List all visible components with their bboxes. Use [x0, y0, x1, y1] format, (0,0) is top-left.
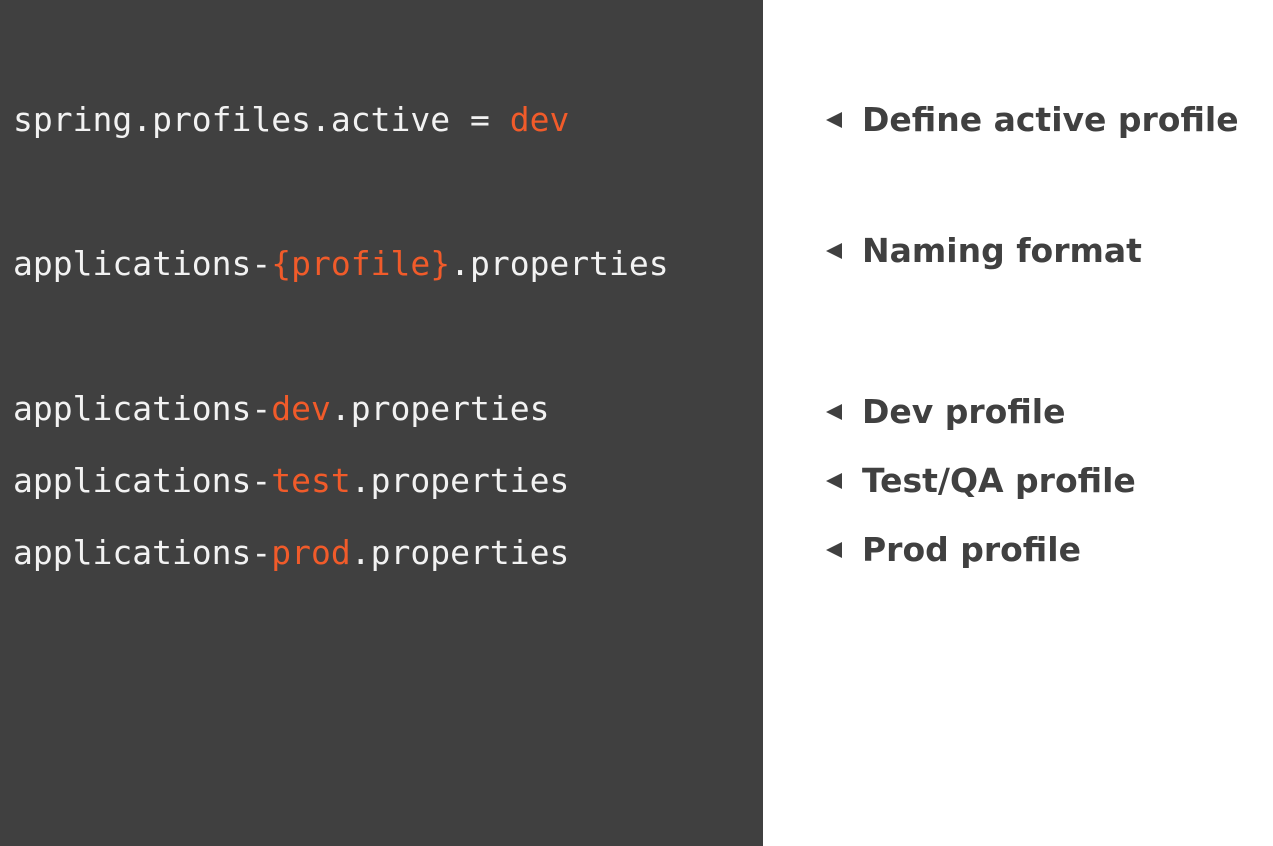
- code-line-dev: applications-dev.properties: [13, 389, 549, 429]
- arrow-left-icon: [826, 542, 842, 558]
- code-highlight: dev: [509, 100, 570, 139]
- code-line-active-profile: spring.profiles.active = dev: [13, 100, 569, 140]
- note-label: Prod profile: [862, 530, 1081, 569]
- code-text: .properties: [350, 461, 570, 500]
- code-line-prod: applications-prod.properties: [13, 533, 569, 573]
- note-naming-format: Naming format: [826, 231, 1142, 271]
- note-label: Define active profile: [862, 100, 1239, 139]
- note-label: Dev profile: [862, 392, 1066, 431]
- code-text: applications-: [13, 461, 272, 500]
- code-text: applications-: [13, 244, 272, 283]
- code-text: .properties: [350, 533, 570, 572]
- arrow-left-icon: [826, 243, 842, 259]
- code-line-naming-format: applications-{profile}.properties: [13, 244, 669, 284]
- code-text: applications-: [13, 389, 272, 428]
- note-prod-profile: Prod profile: [826, 530, 1081, 570]
- arrow-left-icon: [826, 473, 842, 489]
- note-test-qa-profile: Test/QA profile: [826, 461, 1136, 501]
- code-highlight: {profile}: [271, 244, 451, 283]
- note-label: Test/QA profile: [862, 461, 1136, 500]
- slide: spring.profiles.active = dev application…: [0, 0, 1273, 846]
- note-define-active-profile: Define active profile: [826, 100, 1239, 140]
- code-highlight: test: [271, 461, 351, 500]
- code-text: spring.profiles.active =: [13, 100, 510, 139]
- code-line-test: applications-test.properties: [13, 461, 569, 501]
- note-label: Naming format: [862, 231, 1142, 270]
- arrow-left-icon: [826, 404, 842, 420]
- note-dev-profile: Dev profile: [826, 392, 1066, 432]
- code-text: .properties: [450, 244, 669, 283]
- code-highlight: dev: [271, 389, 331, 428]
- code-text: .properties: [330, 389, 550, 428]
- code-panel: spring.profiles.active = dev application…: [0, 0, 763, 846]
- arrow-left-icon: [826, 112, 842, 128]
- code-text: applications-: [13, 533, 272, 572]
- code-highlight: prod: [271, 533, 351, 572]
